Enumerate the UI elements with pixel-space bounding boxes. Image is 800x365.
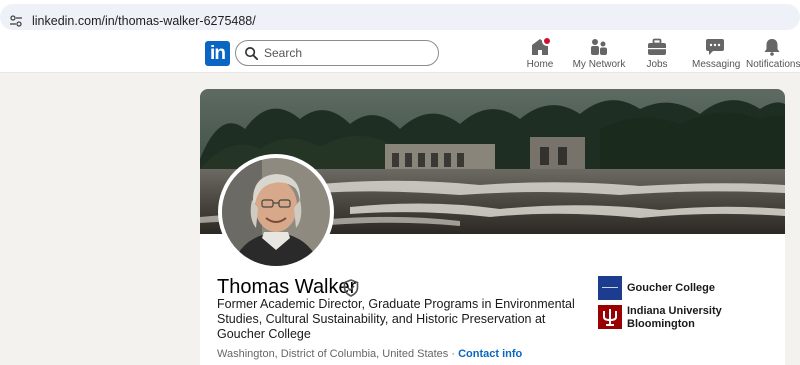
contact-info-link[interactable]: Contact info: [458, 348, 522, 360]
nav-item-home[interactable]: Home: [525, 36, 555, 70]
briefcase-icon: [647, 38, 667, 56]
notification-dot: [542, 36, 552, 46]
profile-location-line: Washington, District of Columbia, United…: [217, 348, 522, 360]
nav-item-label: Notifications: [746, 59, 800, 70]
nav-item-label: Jobs: [646, 59, 668, 70]
url-text[interactable]: linkedin.com/in/thomas-walker-6275488/: [32, 14, 256, 28]
home-icon: [530, 36, 552, 56]
profile-headline: Former Academic Director, Graduate Progr…: [217, 297, 575, 341]
goucher-logo: [598, 276, 622, 300]
browser-address-bar: linkedin.com/in/thomas-walker-6275488/: [0, 0, 800, 34]
top-navigation: in Home My Network: [0, 34, 800, 73]
bell-icon: [762, 38, 782, 56]
url-pill[interactable]: linkedin.com/in/thomas-walker-6275488/: [0, 4, 800, 30]
search-icon: [245, 47, 259, 61]
linkedin-logo[interactable]: in: [205, 41, 230, 66]
nav-item-label: Messaging: [692, 59, 741, 70]
nav-item-label: Home: [526, 59, 554, 70]
nav-item-notifications[interactable]: Notifications: [746, 38, 800, 70]
nav-item-messaging[interactable]: Messaging: [692, 38, 741, 70]
network-icon: [589, 38, 609, 56]
separator-dot: ·: [451, 348, 456, 360]
nav-item-my-network[interactable]: My Network: [572, 38, 626, 70]
verified-shield-icon[interactable]: [343, 279, 359, 297]
profile-avatar[interactable]: [218, 154, 334, 270]
search-box[interactable]: [235, 40, 439, 66]
search-input[interactable]: [264, 44, 429, 62]
profile-name: Thomas Walker: [217, 276, 357, 298]
nav-item-label: My Network: [572, 59, 626, 70]
nav-item-jobs[interactable]: Jobs: [643, 38, 671, 70]
site-info-icon[interactable]: [9, 14, 23, 28]
profile-card: Thomas Walker Former Academic Director, …: [200, 89, 785, 365]
messaging-icon: [705, 38, 725, 56]
organization-name: Goucher College: [627, 282, 716, 294]
iu-trident-logo: [598, 305, 622, 329]
organization-name: Indiana University Bloomington: [627, 305, 722, 330]
profile-location: Washington, District of Columbia, United…: [217, 348, 449, 360]
